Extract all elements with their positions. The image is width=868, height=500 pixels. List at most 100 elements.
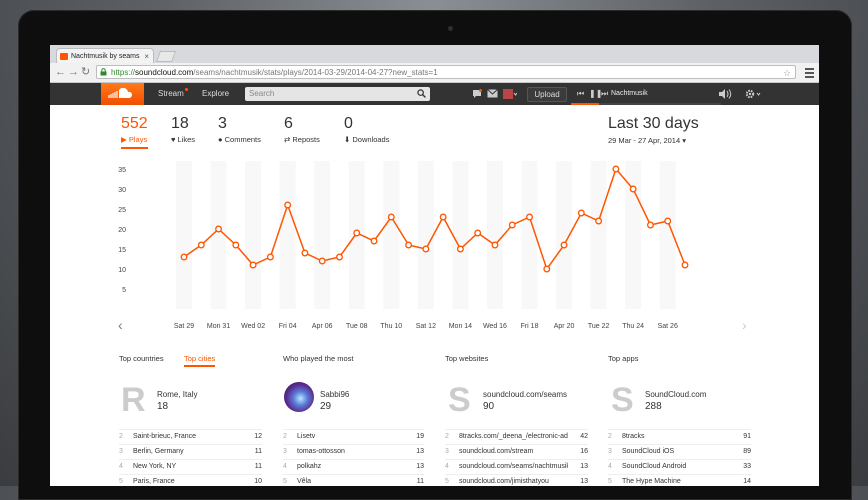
stat-likes-tab[interactable]: 18 ♥ Likes bbox=[171, 115, 195, 146]
data-point[interactable] bbox=[595, 217, 603, 225]
data-point[interactable] bbox=[249, 261, 257, 269]
data-point[interactable] bbox=[439, 213, 447, 221]
list-item[interactable]: 4 SoundCloud Android 33 bbox=[608, 459, 751, 475]
data-point[interactable] bbox=[560, 241, 568, 249]
list-item[interactable]: 2 8tracks.com/_deena_/electronic-ad 42 bbox=[445, 429, 588, 445]
list-item-name[interactable]: New York, NY bbox=[133, 460, 176, 473]
list-item[interactable]: 5 The Hype Machine 14 bbox=[608, 474, 751, 486]
nav-explore[interactable]: Explore bbox=[202, 83, 229, 105]
list-item[interactable]: 2 Lisetv 19 bbox=[283, 429, 424, 445]
chart-prev-arrow-icon[interactable]: ‹ bbox=[118, 317, 123, 333]
list-item-name[interactable]: The Hype Machine bbox=[622, 475, 681, 486]
list-item-name[interactable]: tomas-ottosson bbox=[297, 445, 345, 458]
now-playing-title[interactable]: Nachtmusik bbox=[611, 83, 648, 105]
list-item[interactable]: 5 Vêla 11 bbox=[283, 474, 424, 486]
data-point[interactable] bbox=[318, 257, 326, 265]
new-tab-button[interactable] bbox=[155, 51, 177, 62]
list-item[interactable]: 3 soundcloud.com/stream 16 bbox=[445, 444, 588, 460]
data-point[interactable] bbox=[577, 209, 585, 217]
notifications-mail-icon[interactable] bbox=[487, 89, 498, 98]
list-item[interactable]: 4 soundcloud.com/seams/nachtmusik 13 bbox=[445, 459, 588, 475]
date-range-selector[interactable]: Last 30 days 29 Mar - 27 Apr, 2014 ▾ bbox=[608, 115, 699, 145]
list-item-name[interactable]: 8tracks.com/_deena_/electronic-ad bbox=[459, 430, 568, 443]
list-item-name[interactable]: polkahz bbox=[297, 460, 321, 473]
data-point[interactable] bbox=[387, 213, 395, 221]
list-item[interactable]: 4 polkahz 13 bbox=[283, 459, 424, 475]
list-item[interactable]: 2 8tracks 91 bbox=[608, 429, 751, 445]
stat-downloads-tab[interactable]: 0 ⬇ Downloads bbox=[344, 115, 389, 146]
stat-plays-tab[interactable]: 552 ▶ Plays bbox=[121, 115, 148, 149]
data-point[interactable] bbox=[629, 185, 637, 193]
messages-icon[interactable] bbox=[472, 89, 482, 99]
data-point[interactable] bbox=[301, 249, 309, 257]
data-point[interactable] bbox=[284, 201, 292, 209]
tab-top-cities[interactable]: Top cities bbox=[184, 354, 216, 367]
list-item[interactable]: 3 Berlin, Germany 11 bbox=[119, 444, 262, 460]
address-bar[interactable]: https://soundcloud.com/seams/nachtmusik/… bbox=[96, 65, 796, 79]
data-point[interactable] bbox=[180, 253, 188, 261]
tab-top-countries[interactable]: Top countries bbox=[119, 354, 164, 363]
volume-icon[interactable] bbox=[719, 89, 733, 99]
search-icon[interactable] bbox=[417, 89, 426, 98]
data-point[interactable] bbox=[526, 213, 533, 221]
browser-tab[interactable]: Nachtmusik by seams × bbox=[56, 48, 154, 63]
data-point[interactable] bbox=[474, 229, 482, 237]
list-item[interactable]: 2 Saint-brieuc, France 12 bbox=[119, 429, 262, 445]
back-icon[interactable]: ← bbox=[55, 65, 66, 80]
list-item-name[interactable]: SoundCloud iOS bbox=[622, 445, 674, 458]
upload-button[interactable]: Upload bbox=[527, 87, 567, 102]
list-item-name[interactable]: Paris, France bbox=[133, 475, 175, 486]
reload-icon[interactable]: ↻ bbox=[81, 65, 90, 80]
top-city-name[interactable]: Rome, Italy bbox=[157, 390, 197, 399]
data-point[interactable] bbox=[543, 265, 551, 273]
chart-next-arrow-icon[interactable]: › bbox=[742, 317, 747, 333]
list-item-name[interactable]: soundcloud.com/stream bbox=[459, 445, 533, 458]
search-input[interactable]: Search bbox=[245, 87, 430, 101]
data-point[interactable] bbox=[232, 241, 240, 249]
forward-icon[interactable]: → bbox=[68, 65, 79, 80]
data-point[interactable] bbox=[664, 217, 672, 225]
data-point[interactable] bbox=[646, 221, 654, 229]
nav-stream[interactable]: Stream bbox=[158, 83, 188, 105]
list-item[interactable]: 3 tomas-ottosson 13 bbox=[283, 444, 424, 460]
previous-track-icon[interactable]: ⏮ bbox=[577, 83, 584, 105]
data-point[interactable] bbox=[266, 253, 274, 261]
top-website-name[interactable]: soundcloud.com/seams bbox=[483, 390, 567, 399]
list-item-name[interactable]: Vêla bbox=[297, 475, 311, 486]
top-listener-avatar[interactable] bbox=[284, 382, 314, 412]
close-tab-icon[interactable]: × bbox=[144, 49, 149, 64]
data-point[interactable] bbox=[197, 241, 205, 249]
list-item-name[interactable]: Saint-brieuc, France bbox=[133, 430, 196, 443]
user-avatar-menu-icon[interactable] bbox=[503, 89, 517, 99]
data-point[interactable] bbox=[422, 245, 430, 253]
data-point[interactable] bbox=[491, 241, 499, 249]
list-item[interactable]: 4 New York, NY 11 bbox=[119, 459, 262, 475]
data-point[interactable] bbox=[508, 221, 516, 229]
list-item-name[interactable]: Berlin, Germany bbox=[133, 445, 184, 458]
data-point[interactable] bbox=[215, 225, 223, 233]
data-point[interactable] bbox=[612, 165, 620, 173]
data-point[interactable] bbox=[336, 253, 343, 261]
soundcloud-logo[interactable] bbox=[101, 83, 144, 105]
top-listener-name[interactable]: Sabbi96 bbox=[320, 390, 349, 399]
list-item[interactable]: 5 soundcloud.com/jimisthatyou 13 bbox=[445, 474, 588, 486]
list-item-name[interactable]: SoundCloud Android bbox=[622, 460, 686, 473]
browser-menu-icon[interactable] bbox=[805, 66, 814, 80]
dropdown-caret-icon[interactable]: ▾ bbox=[682, 136, 686, 145]
list-item-name[interactable]: Lisetv bbox=[297, 430, 315, 443]
stat-comments-tab[interactable]: 3 ● Comments bbox=[218, 115, 261, 146]
data-point[interactable] bbox=[405, 241, 413, 249]
bookmark-star-icon[interactable]: ☆ bbox=[783, 66, 791, 80]
list-item-name[interactable]: soundcloud.com/seams/nachtmusik bbox=[459, 460, 568, 473]
playback-progress[interactable] bbox=[571, 103, 721, 105]
top-app-name[interactable]: SoundCloud.com bbox=[645, 390, 706, 399]
data-point[interactable] bbox=[456, 245, 464, 253]
next-track-icon[interactable]: ⏭ bbox=[601, 83, 608, 105]
data-point[interactable] bbox=[353, 229, 361, 237]
list-item[interactable]: 3 SoundCloud iOS 89 bbox=[608, 444, 751, 460]
data-point[interactable] bbox=[370, 237, 378, 245]
list-item-name[interactable]: soundcloud.com/jimisthatyou bbox=[459, 475, 549, 486]
list-item-name[interactable]: 8tracks bbox=[622, 430, 645, 443]
list-item[interactable]: 5 Paris, France 10 bbox=[119, 474, 262, 486]
settings-gear-icon[interactable] bbox=[745, 89, 761, 99]
